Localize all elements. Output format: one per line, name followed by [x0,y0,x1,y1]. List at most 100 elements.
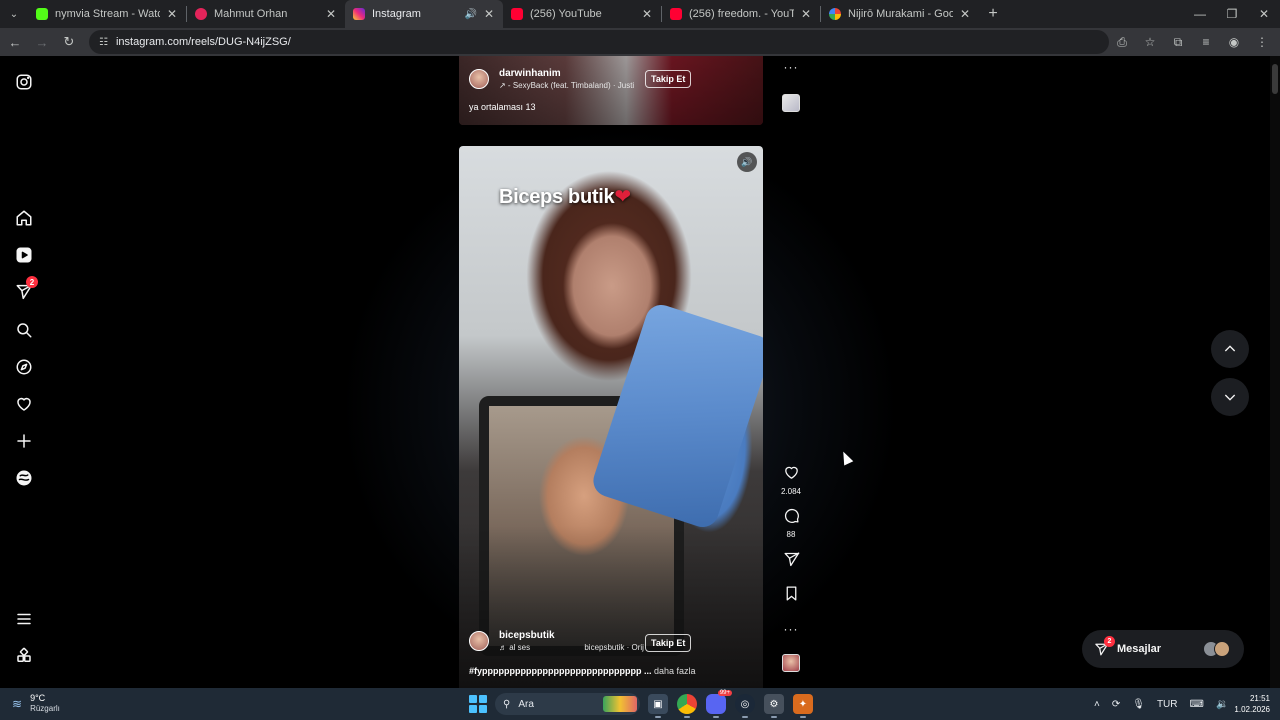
close-tab-icon[interactable]: ✕ [641,7,653,21]
also-from-meta-icon[interactable] [12,644,36,668]
reload-icon[interactable]: ↻ [57,30,81,54]
close-tab-icon[interactable]: ✕ [959,7,971,21]
reel-author: bicepsbutik ♬ al ses bicepsbutik · Orij [469,630,644,652]
page-scrollbar[interactable] [1270,56,1280,688]
speaker-icon[interactable]: 🔊 [465,9,477,20]
instagram-logo-icon[interactable] [12,70,36,94]
tab-google-search[interactable]: Nijirō Murakami - Google Searc ✕ [821,0,979,28]
tab-nymvia[interactable]: nymvia Stream - Watch Live on ✕ [28,0,186,28]
close-tab-icon[interactable]: ✕ [483,7,495,21]
volume-icon[interactable]: 🔉 [1216,699,1228,710]
clock[interactable]: 21:51 1.02.2026 [1234,693,1270,715]
forward-icon[interactable]: → [30,30,54,54]
tab-youtube-freedom[interactable]: (256) freedom. - YouTube ✕ [662,0,820,28]
previous-reel-button[interactable] [1211,330,1249,368]
more-link[interactable]: daha fazla [654,666,696,676]
comment-icon [784,509,799,523]
close-tab-icon[interactable]: ✕ [325,7,337,21]
more-options-icon[interactable]: ··· [779,58,803,76]
microphone-icon[interactable]: 🎙 [1132,699,1145,710]
close-tab-icon[interactable]: ✕ [166,7,178,21]
network-icon[interactable]: ⌨ [1190,699,1204,710]
language-indicator[interactable]: TUR [1157,699,1178,710]
messages-icon[interactable]: 2 [12,276,38,304]
username[interactable]: darwinhanim [499,68,634,79]
follow-button[interactable]: Takip Et [645,70,692,88]
audio-track[interactable]: ↗ - SexyBack (feat. Timbaland) · Justi [499,81,634,90]
tab-youtube[interactable]: (256) YouTube ✕ [503,0,661,28]
design-app-icon[interactable]: ✦ [793,694,813,718]
tray-chevron-up-icon[interactable]: ˄ [1094,699,1100,710]
share-button[interactable] [779,551,803,573]
tab-search-icon[interactable]: ⌄ [0,0,28,28]
profile-avatar-icon[interactable]: ◉ [1220,30,1248,54]
explore-compass-icon[interactable] [12,355,36,379]
youtube-favicon-icon [511,8,523,20]
chrome-icon[interactable] [677,694,697,718]
save-button[interactable] [779,585,803,607]
tab-instagram[interactable]: Instagram 🔊 ✕ [345,0,503,28]
close-window-icon[interactable]: ✕ [1248,0,1280,28]
left-sidebar: 2 [0,56,48,688]
minimize-icon[interactable]: — [1184,0,1216,28]
tab-mahmut-orhan[interactable]: Mahmut Orhan ✕ [187,0,345,28]
next-reel-button[interactable] [1211,378,1249,416]
search-icon[interactable] [12,318,36,342]
reel-description[interactable]: #fyppppppppppppppppppppppppppppp ... dah… [469,666,759,676]
username[interactable]: bicepsbutik [499,630,644,641]
site-settings-icon[interactable]: ☷ [99,37,108,48]
settings-gear-icon[interactable]: ⚙ [764,694,784,718]
current-reel-video[interactable]: Biceps butik❤ 🔊 bicepsbutik ♬ al ses bic… [459,146,763,688]
taskbar-search[interactable]: ⚲ Ara [495,693,640,715]
messages-button[interactable]: 2 Mesajlar [1082,630,1244,668]
extensions-icon[interactable]: ⧉ [1164,30,1192,54]
audio-thumbnail[interactable] [779,94,803,112]
chevron-up-icon [1224,345,1236,352]
toolbar-actions: ⎙ ☆ ⧉ ≡ ◉ ⋮ [1108,30,1276,54]
close-tab-icon[interactable]: ✕ [800,7,812,21]
sync-icon[interactable]: ⟳ [1112,699,1120,710]
reels-icon[interactable] [12,243,36,267]
youtube-favicon-icon [670,8,682,20]
bookmark-icon [786,586,796,601]
avatar[interactable] [469,631,489,651]
tab-title: Mahmut Orhan [214,8,288,20]
clock-date: 1.02.2026 [1234,705,1270,714]
like-count: 2.084 [780,487,802,496]
previous-reel-video[interactable]: darwinhanim ↗ - SexyBack (feat. Timbalan… [459,56,763,125]
comment-button[interactable]: 88 [779,507,803,539]
new-tab-button[interactable]: + [979,5,1007,23]
browser-tab-bar: ⌄ nymvia Stream - Watch Live on ✕ Mahmut… [0,0,1280,28]
more-options-icon[interactable]: ··· [779,620,803,638]
follow-button[interactable]: Takip Et [645,634,692,652]
browser-menu-icon[interactable]: ⋮ [1248,30,1276,54]
media-control-icon[interactable]: ≡ [1192,30,1220,54]
notifications-heart-icon[interactable] [12,392,36,416]
install-app-icon[interactable]: ⎙ [1108,30,1136,54]
create-plus-icon[interactable] [12,429,36,453]
video-shade [459,146,763,688]
tab-title: (256) freedom. - YouTube [689,8,794,20]
steam-icon[interactable]: ◎ [735,694,755,718]
scrollbar-thumb[interactable] [1272,64,1278,94]
weather-temperature: 9°C [30,693,46,703]
audio-thumbnail[interactable] [779,654,803,672]
avatar[interactable] [469,69,489,89]
windows-start-icon[interactable] [469,695,487,713]
mute-toggle-icon[interactable]: 🔊 [737,152,757,172]
address-bar[interactable]: ☷ instagram.com/reels/DUG-N4ijZSG/ [89,30,1109,54]
back-icon[interactable]: ← [3,30,27,54]
like-button[interactable]: 2.084 [779,464,803,496]
audio-track[interactable]: ♬ al ses bicepsbutik · Orij [499,643,644,652]
reel-description: ya ortalaması 13 [469,102,536,112]
messages-badge: 2 [1104,636,1115,647]
home-icon[interactable] [12,206,36,230]
bookmark-star-icon[interactable]: ☆ [1136,30,1164,54]
weather-widget[interactable]: ≋ 9°C Rüzgarlı [12,693,60,714]
discord-icon[interactable]: 99+ [706,690,732,718]
more-menu-icon[interactable] [12,607,36,631]
weather-description: Rüzgarlı [30,704,60,713]
task-view-icon[interactable]: ▣ [648,694,668,718]
meta-ai-icon[interactable] [12,466,36,490]
maximize-icon[interactable]: ❐ [1216,0,1248,28]
